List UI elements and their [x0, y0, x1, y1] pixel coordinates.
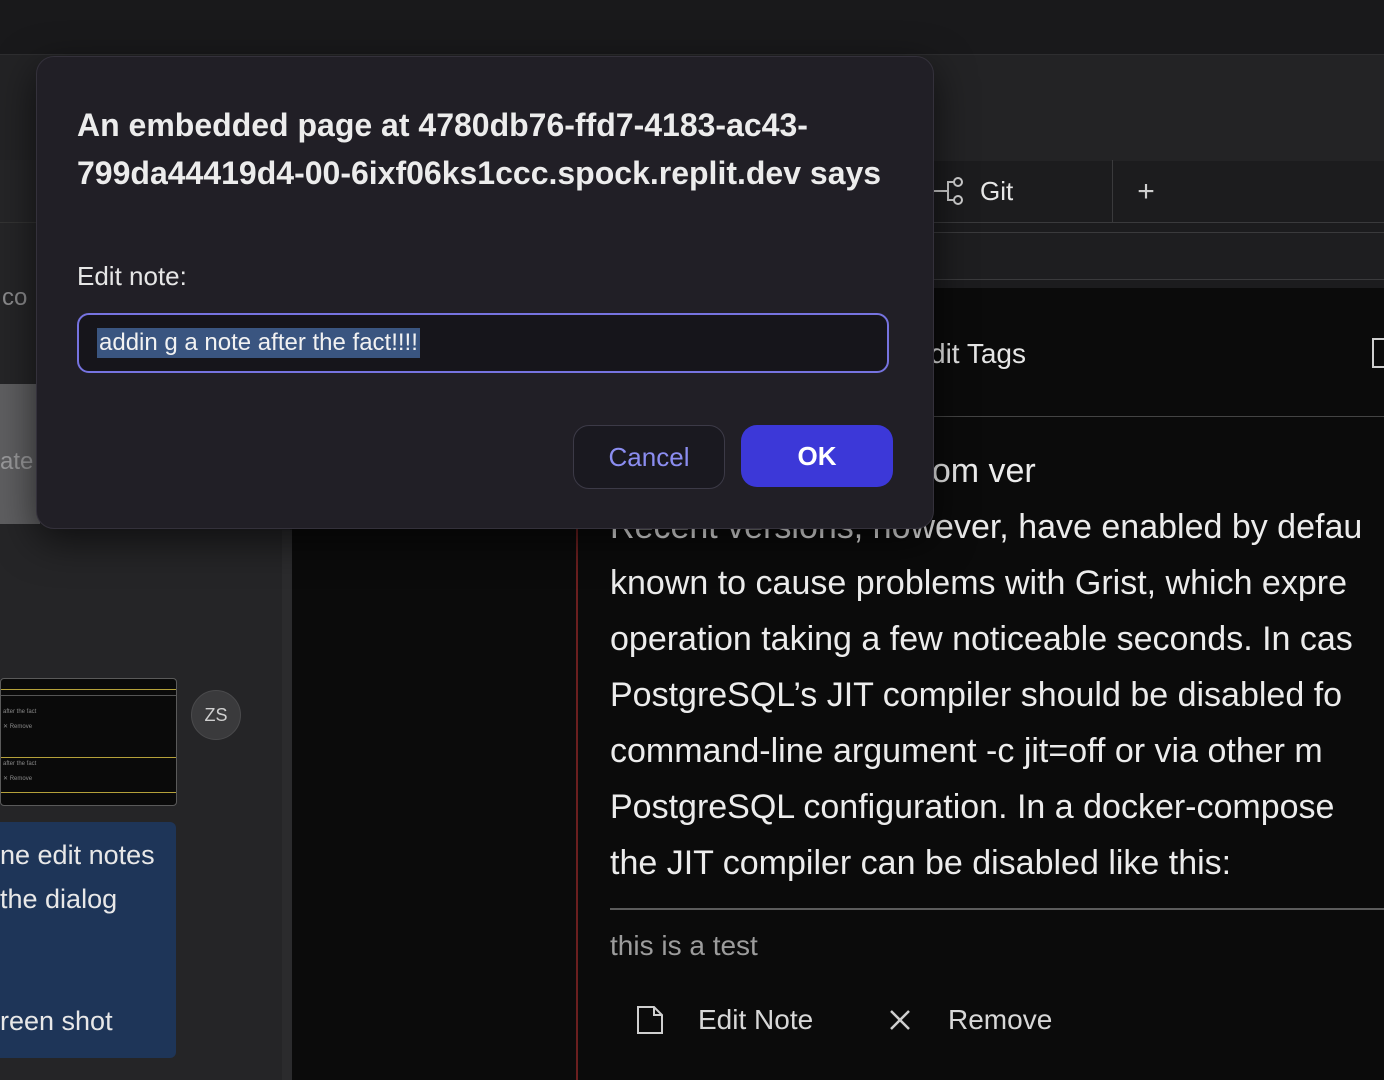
remove-note-button[interactable]: Remove	[888, 1000, 1052, 1040]
tabs-divider	[930, 222, 1384, 223]
chat-message-line: reen shot	[0, 1006, 113, 1036]
edit-note-input[interactable]: addin g a note after the fact!!!!	[77, 313, 889, 373]
note-text: this is a test	[610, 930, 758, 961]
edit-tags-button[interactable]: dit Tags	[930, 338, 1026, 370]
paragraph-line: known to cause problems with Grist, whic…	[610, 564, 1347, 602]
prompt-dialog: An embedded page at 4780db76-ffd7-4183-a…	[36, 56, 934, 529]
edit-note-label: Edit Note	[698, 1004, 814, 1035]
chat-message-card: ne edit notes the dialog reen shot	[0, 822, 176, 1058]
git-branch-icon	[934, 177, 963, 205]
overflow-icon[interactable]	[1372, 338, 1384, 368]
tab-git-label: Git	[980, 175, 1014, 206]
paragraph-line: PostgreSQL configuration. In a docker-co…	[610, 788, 1335, 826]
ok-button[interactable]: OK	[741, 425, 893, 487]
document-icon	[637, 1006, 663, 1034]
content-divider	[930, 416, 1384, 417]
dialog-prompt: Edit note:	[77, 261, 187, 291]
sidebar-partial-text: co	[2, 284, 28, 311]
browser-top-bar	[0, 0, 1384, 54]
cancel-button[interactable]: Cancel	[573, 425, 725, 489]
paragraph-line: operation taking a few noticeable second…	[610, 620, 1353, 658]
remove-label: Remove	[948, 1004, 1053, 1035]
webview-address-bar[interactable]	[930, 232, 1384, 280]
card-border-accent	[576, 520, 578, 1080]
paragraph-line: command-line argument -c jit=off or via …	[610, 732, 1323, 770]
screenshot-thumbnail[interactable]: after the fact ✕ Remove after the fact ✕…	[0, 678, 177, 806]
note-divider	[610, 908, 1384, 910]
panel-resize-handle[interactable]	[282, 530, 292, 1080]
add-tab-button[interactable]: +	[1132, 172, 1160, 212]
avatar[interactable]: ZS	[191, 690, 241, 740]
dialog-title: An embedded page at 4780db76-ffd7-4183-a…	[77, 107, 882, 191]
edit-note-button[interactable]: Edit Note	[636, 1000, 813, 1040]
paragraph-line: PostgreSQL’s JIT compiler should be disa…	[610, 676, 1343, 714]
chat-message-line: ne edit notes	[0, 840, 155, 870]
paragraph-line: the JIT compiler can be disabled like th…	[610, 844, 1232, 882]
input-selected-text: addin g a note after the fact!!!!	[97, 328, 420, 358]
close-icon	[890, 1010, 910, 1030]
chat-message-line: the dialog	[0, 884, 118, 914]
tab-git[interactable]: Git	[930, 160, 1113, 222]
